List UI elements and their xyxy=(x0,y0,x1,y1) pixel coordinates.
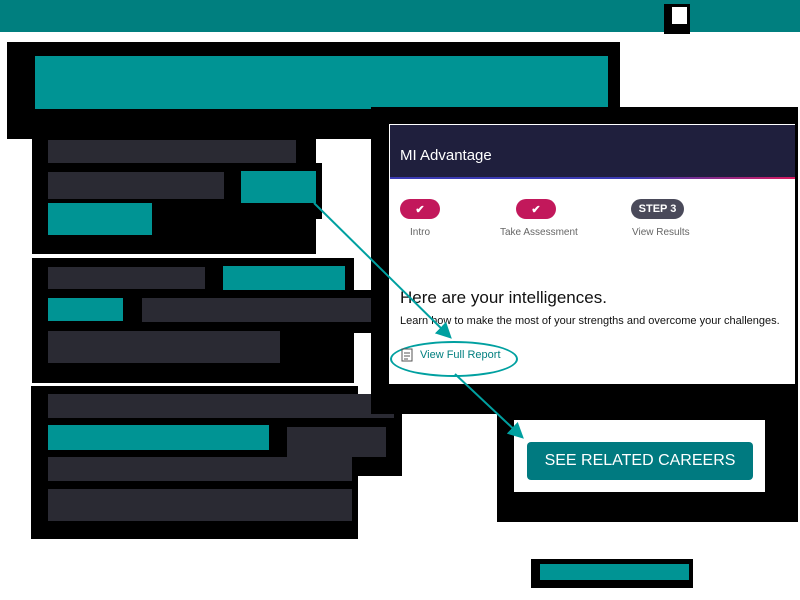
callout-arrows xyxy=(313,202,524,439)
arrow-to-cta xyxy=(454,373,524,439)
arrow-to-report-link xyxy=(313,202,452,339)
